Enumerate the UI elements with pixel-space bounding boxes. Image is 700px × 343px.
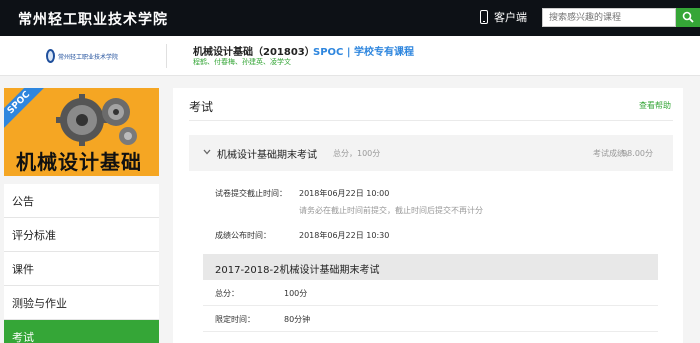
total-score-label: 总分：	[215, 289, 239, 298]
main-panel: 考试 查看帮助 机械设计基础期末考试 总分，100分 考试成绩， 98.00分 …	[173, 88, 683, 343]
course-title: 机械设计基础（201803）	[193, 47, 315, 58]
paper-detail-row: 限定时间： 80分钟	[203, 306, 658, 332]
client-download-link[interactable]: 客户端	[480, 9, 527, 25]
mobile-phone-icon	[480, 10, 488, 24]
menu-item-exams[interactable]: 考试	[4, 320, 159, 343]
search-button[interactable]	[676, 8, 700, 27]
paper-header: 2017-2018-2机械设计基础期末考试	[203, 254, 658, 280]
header-divider	[166, 44, 167, 68]
course-type-tag: SPOC | 学校专有课程	[313, 47, 414, 58]
school-emblem-icon	[46, 49, 55, 63]
exam-total-score: 总分，100分	[333, 149, 381, 158]
search-input[interactable]	[542, 8, 676, 27]
publish-time-value: 2018年06月22日 10:30	[299, 231, 390, 240]
deadline-note: 请务必在截止时间前提交，截止时间后提交不再计分	[299, 206, 483, 215]
menu-item-quizzes[interactable]: 测验与作业	[4, 286, 159, 320]
paper-detail-row: 总分： 100分	[203, 280, 658, 306]
gears-icon	[56, 94, 137, 146]
course-header: 常州轻工职业技术学院 机械设计基础（201803） 程鹤、付春梅、孙建英、凌学文…	[0, 36, 700, 76]
course-menu: 公告 评分标准 课件 测验与作业 考试	[4, 184, 159, 343]
time-limit-value: 80分钟	[284, 315, 311, 324]
search-icon	[682, 11, 694, 23]
help-link[interactable]: 查看帮助	[639, 100, 671, 111]
course-teachers[interactable]: 程鹤、付春梅、孙建英、凌学文	[193, 57, 291, 67]
page-title: 考试	[189, 100, 214, 114]
course-cover: SPOC 机械设计基础	[4, 88, 159, 176]
menu-item-courseware[interactable]: 课件	[4, 252, 159, 286]
time-limit-label: 限定时间：	[215, 315, 255, 324]
deadline-value: 2018年06月22日 10:00	[299, 189, 390, 198]
school-name[interactable]: 常州轻工职业技术学院	[18, 9, 168, 29]
menu-item-grading[interactable]: 评分标准	[4, 218, 159, 252]
logo-text: 常州轻工职业技术学院	[57, 53, 118, 61]
chevron-down-icon[interactable]	[203, 149, 211, 155]
publish-time-label: 成绩公布时间：	[215, 231, 271, 240]
course-sidebar: SPOC 机械设计基础 公告 评分标准 课件 测验与作业 考试	[4, 88, 159, 343]
top-navbar: 常州轻工职业技术学院 客户端	[0, 0, 700, 36]
cover-title: 机械设计基础	[16, 150, 142, 174]
spoc-badge: SPOC	[4, 88, 46, 130]
total-score-value: 100分	[284, 289, 308, 298]
exam-row[interactable]: 机械设计基础期末考试 总分，100分 考试成绩， 98.00分	[189, 135, 673, 171]
menu-item-announcements[interactable]: 公告	[4, 184, 159, 218]
exam-score: 98.00分	[622, 149, 653, 158]
client-label: 客户端	[494, 11, 527, 24]
deadline-label: 试卷提交截止时间：	[215, 189, 287, 198]
exam-name: 机械设计基础期末考试	[217, 150, 317, 161]
school-logo[interactable]: 常州轻工职业技术学院	[46, 47, 118, 65]
paper-title: 2017-2018-2机械设计基础期末考试	[215, 265, 380, 276]
title-divider	[189, 120, 673, 121]
